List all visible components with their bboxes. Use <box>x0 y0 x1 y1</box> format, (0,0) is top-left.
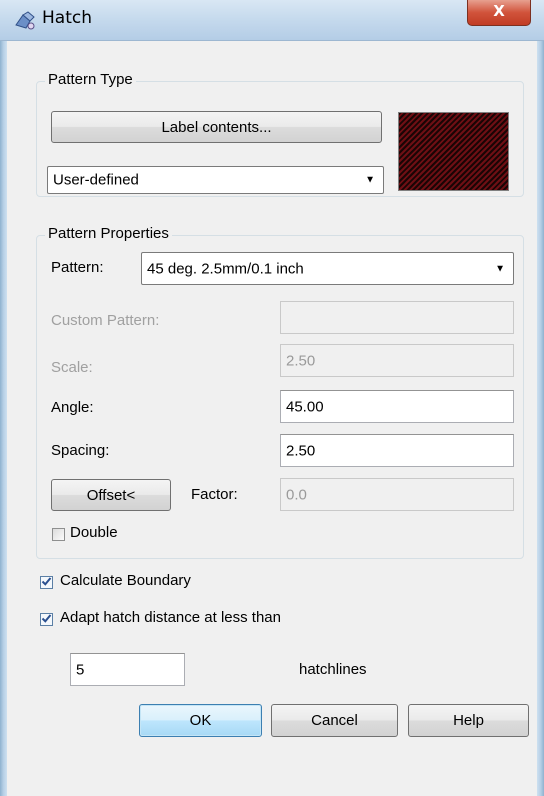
pattern-type-select-value: User-defined <box>53 171 139 189</box>
help-button[interactable]: Help <box>408 704 529 737</box>
spacing-field[interactable]: 2.50 <box>280 434 514 467</box>
chevron-down-icon: ▼ <box>495 263 505 274</box>
title-bar[interactable]: Hatch X <box>0 0 544 41</box>
scale-field[interactable]: 2.50 <box>280 344 514 377</box>
custom-pattern-label: Custom Pattern: <box>51 312 160 329</box>
pattern-type-group-label: Pattern Type <box>45 71 136 88</box>
ok-button[interactable]: OK <box>139 704 262 737</box>
chevron-down-icon: ▼ <box>365 174 375 186</box>
calculate-boundary-label[interactable]: Calculate Boundary <box>60 572 191 589</box>
checkmark-icon <box>41 614 52 623</box>
label-contents-button[interactable]: Label contents... <box>51 111 382 143</box>
close-icon: X <box>493 2 505 20</box>
cancel-button[interactable]: Cancel <box>271 704 398 737</box>
angle-field[interactable]: 45.00 <box>280 390 514 423</box>
factor-label: Factor: <box>191 486 238 503</box>
factor-field-value: 0.0 <box>286 486 307 503</box>
window-title: Hatch <box>42 8 92 28</box>
offset-button[interactable]: Offset< <box>51 479 171 511</box>
angle-label: Angle: <box>51 399 94 416</box>
pattern-select-value: 45 deg. 2.5mm/0.1 inch <box>147 260 304 277</box>
offset-button-label: Offset< <box>86 486 136 504</box>
window-right-border <box>537 0 544 796</box>
calculate-boundary-checkbox[interactable] <box>40 576 53 589</box>
scale-field-value: 2.50 <box>286 352 316 369</box>
custom-pattern-field[interactable] <box>280 301 514 334</box>
pattern-type-select[interactable]: User-defined ▼ <box>47 166 384 194</box>
angle-field-value: 45.00 <box>286 398 324 415</box>
pattern-label: Pattern: <box>51 259 104 276</box>
factor-field[interactable]: 0.0 <box>280 478 514 511</box>
scale-label: Scale: <box>51 359 93 376</box>
double-checkbox[interactable] <box>52 528 65 541</box>
hatch-app-icon <box>15 11 35 30</box>
label-contents-button-label: Label contents... <box>161 118 272 136</box>
close-button[interactable]: X <box>467 0 531 26</box>
spacing-field-value: 2.50 <box>286 442 316 459</box>
double-label[interactable]: Double <box>70 524 118 541</box>
window-left-border <box>0 0 7 796</box>
cancel-button-label: Cancel <box>311 712 358 729</box>
adapt-hatch-label[interactable]: Adapt hatch distance at less than <box>60 609 281 626</box>
hatchlines-field-value: 5 <box>76 661 85 678</box>
adapt-hatch-checkbox[interactable] <box>40 613 53 626</box>
pattern-properties-group-label: Pattern Properties <box>45 225 172 242</box>
help-button-label: Help <box>453 712 484 729</box>
spacing-label: Spacing: <box>51 442 110 459</box>
ok-button-label: OK <box>189 712 212 729</box>
hatchlines-label: hatchlines <box>299 661 367 678</box>
checkmark-icon <box>41 577 52 586</box>
pattern-select[interactable]: 45 deg. 2.5mm/0.1 inch ▼ <box>141 252 514 285</box>
hatchlines-field[interactable]: 5 <box>70 653 185 686</box>
hatch-preview <box>398 112 509 191</box>
